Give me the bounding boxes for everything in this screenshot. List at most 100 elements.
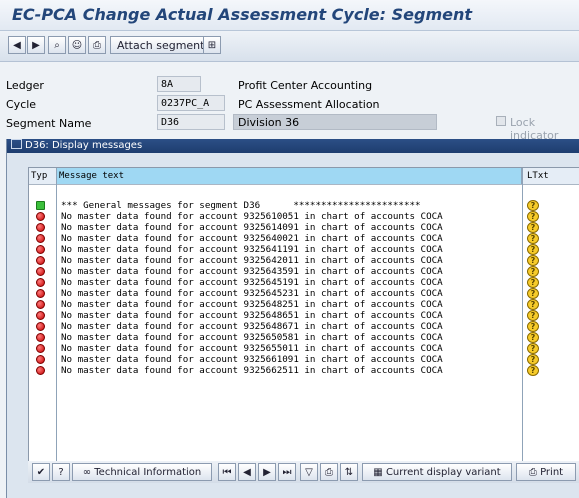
- long-text-help-icon[interactable]: ?: [527, 310, 539, 321]
- long-text-help-icon[interactable]: ?: [527, 277, 539, 288]
- forward-arrow-icon[interactable]: ▶: [27, 36, 45, 54]
- error-status-icon: [36, 234, 45, 243]
- attach-segment-button[interactable]: Attach segment: [110, 36, 212, 54]
- table-row[interactable]: No master data found for account 9325648…: [29, 310, 579, 321]
- error-status-icon: [36, 212, 45, 221]
- table-row[interactable]: No master data found for account 9325643…: [29, 266, 579, 277]
- table-row[interactable]: No master data found for account 9325650…: [29, 332, 579, 343]
- dialog-title: D36: Display messages: [25, 140, 143, 151]
- window-title-bar: EC-PCA Change Actual Assessment Cycle: S…: [0, 0, 579, 31]
- long-text-help-icon[interactable]: ?: [527, 321, 539, 332]
- message-text: No master data found for account 9325641…: [61, 244, 443, 255]
- table-row[interactable]: No master data found for account 9325655…: [29, 343, 579, 354]
- application-toolbar: ◀ ▶ ⌕ ☺ ⎙ Attach segment ⊞: [0, 31, 579, 62]
- message-rows: *** General messages for segment D36 ***…: [29, 200, 579, 376]
- checkmark-icon[interactable]: ✔: [32, 463, 50, 481]
- message-text: No master data found for account 9325661…: [61, 354, 443, 365]
- technical-information-label: Technical Information: [94, 466, 202, 478]
- table-header: Typ Message text LTxt: [29, 168, 579, 185]
- binoculars-icon[interactable]: ⌕: [48, 36, 66, 54]
- messages-table: Typ Message text LTxt *** General messag…: [28, 167, 579, 463]
- filter-icon[interactable]: ▽: [300, 463, 318, 481]
- hierarchy-icon[interactable]: ⊞: [203, 36, 221, 54]
- error-status-icon: [36, 267, 45, 276]
- error-status-icon: [36, 256, 45, 265]
- column-header-typ[interactable]: Typ: [31, 168, 56, 184]
- lock-indicator-checkbox[interactable]: [496, 116, 506, 126]
- error-status-icon: [36, 355, 45, 364]
- message-text: No master data found for account 9325650…: [61, 332, 443, 343]
- long-text-help-icon[interactable]: ?: [527, 244, 539, 255]
- message-text: No master data found for account 9325648…: [61, 299, 443, 310]
- current-display-variant-label: Current display variant: [385, 466, 501, 478]
- long-text-help-icon[interactable]: ?: [527, 222, 539, 233]
- dialog-bottom-toolbar: ✔ ? ∞ Technical Information ⏮ ◀ ▶ ⏭ ▽ ⎙ …: [28, 461, 579, 483]
- field-row-segment: Segment Name D36 Division 36 Lock indica…: [0, 114, 579, 142]
- table-row[interactable]: No master data found for account 9325661…: [29, 354, 579, 365]
- message-text: No master data found for account 9325610…: [61, 211, 443, 222]
- table-row[interactable]: No master data found for account 9325640…: [29, 233, 579, 244]
- table-row[interactable]: No master data found for account 9325642…: [29, 255, 579, 266]
- column-header-ltxt[interactable]: LTxt: [527, 168, 557, 184]
- table-row[interactable]: No master data found for account 9325645…: [29, 277, 579, 288]
- previous-page-icon[interactable]: ◀: [238, 463, 256, 481]
- cycle-label: Cycle: [6, 98, 37, 111]
- message-text: No master data found for account 9325648…: [61, 321, 443, 332]
- ledger-field[interactable]: 8A: [157, 76, 201, 92]
- error-status-icon: [36, 289, 45, 298]
- last-page-icon[interactable]: ⏭: [278, 463, 296, 481]
- message-text: *** General messages for segment D36 ***…: [61, 200, 421, 211]
- print-preview-icon[interactable]: ⎙: [320, 463, 338, 481]
- message-text: No master data found for account 9325614…: [61, 222, 443, 233]
- error-status-icon: [36, 278, 45, 287]
- long-text-help-icon[interactable]: ?: [527, 233, 539, 244]
- table-row[interactable]: No master data found for account 9325645…: [29, 288, 579, 299]
- table-row[interactable]: No master data found for account 9325662…: [29, 365, 579, 376]
- long-text-help-icon[interactable]: ?: [527, 200, 539, 211]
- window-icon: [11, 139, 22, 149]
- long-text-help-icon[interactable]: ?: [527, 354, 539, 365]
- next-page-icon[interactable]: ▶: [258, 463, 276, 481]
- cycle-field[interactable]: 0237PC_A: [157, 95, 225, 111]
- technical-information-button[interactable]: ∞ Technical Information: [72, 463, 212, 481]
- message-text: No master data found for account 9325643…: [61, 266, 443, 277]
- long-text-help-icon[interactable]: ?: [527, 288, 539, 299]
- long-text-help-icon[interactable]: ?: [527, 299, 539, 310]
- table-row[interactable]: No master data found for account 9325648…: [29, 321, 579, 332]
- message-text: No master data found for account 9325648…: [61, 310, 443, 321]
- error-status-icon: [36, 300, 45, 309]
- segment-name-field[interactable]: D36: [157, 114, 225, 130]
- long-text-help-icon[interactable]: ?: [527, 266, 539, 277]
- error-status-icon: [36, 223, 45, 232]
- help-icon[interactable]: ?: [52, 463, 70, 481]
- message-text: No master data found for account 9325640…: [61, 233, 443, 244]
- first-page-icon[interactable]: ⏮: [218, 463, 236, 481]
- display-messages-dialog: D36: Display messages Typ Message text L…: [6, 139, 579, 498]
- user-icon[interactable]: ☺: [68, 36, 86, 54]
- message-text: No master data found for account 9325645…: [61, 288, 443, 299]
- error-status-icon: [36, 311, 45, 320]
- current-display-variant-button[interactable]: ▦ Current display variant: [362, 463, 512, 481]
- long-text-help-icon[interactable]: ?: [527, 332, 539, 343]
- window-title: EC-PCA Change Actual Assessment Cycle: S…: [12, 5, 473, 24]
- table-row[interactable]: No master data found for account 9325641…: [29, 244, 579, 255]
- table-row[interactable]: No master data found for account 9325610…: [29, 211, 579, 222]
- back-arrow-icon[interactable]: ◀: [8, 36, 26, 54]
- column-header-message-text[interactable]: Message text: [56, 168, 522, 184]
- success-status-icon: [36, 201, 45, 210]
- table-row[interactable]: No master data found for account 9325614…: [29, 222, 579, 233]
- long-text-help-icon[interactable]: ?: [527, 211, 539, 222]
- sort-icon[interactable]: ⇅: [340, 463, 358, 481]
- print-button[interactable]: ⎙ Print: [516, 463, 576, 481]
- long-text-help-icon[interactable]: ?: [527, 255, 539, 266]
- table-row[interactable]: *** General messages for segment D36 ***…: [29, 200, 579, 211]
- long-text-help-icon[interactable]: ?: [527, 343, 539, 354]
- long-text-help-icon[interactable]: ?: [527, 365, 539, 376]
- cycle-description: PC Assessment Allocation: [238, 98, 380, 111]
- table-row[interactable]: No master data found for account 9325648…: [29, 299, 579, 310]
- segment-name-label: Segment Name: [6, 117, 92, 130]
- print-label: Print: [540, 466, 564, 478]
- error-status-icon: [36, 344, 45, 353]
- message-text: No master data found for account 9325655…: [61, 343, 443, 354]
- printer-icon[interactable]: ⎙: [88, 36, 106, 54]
